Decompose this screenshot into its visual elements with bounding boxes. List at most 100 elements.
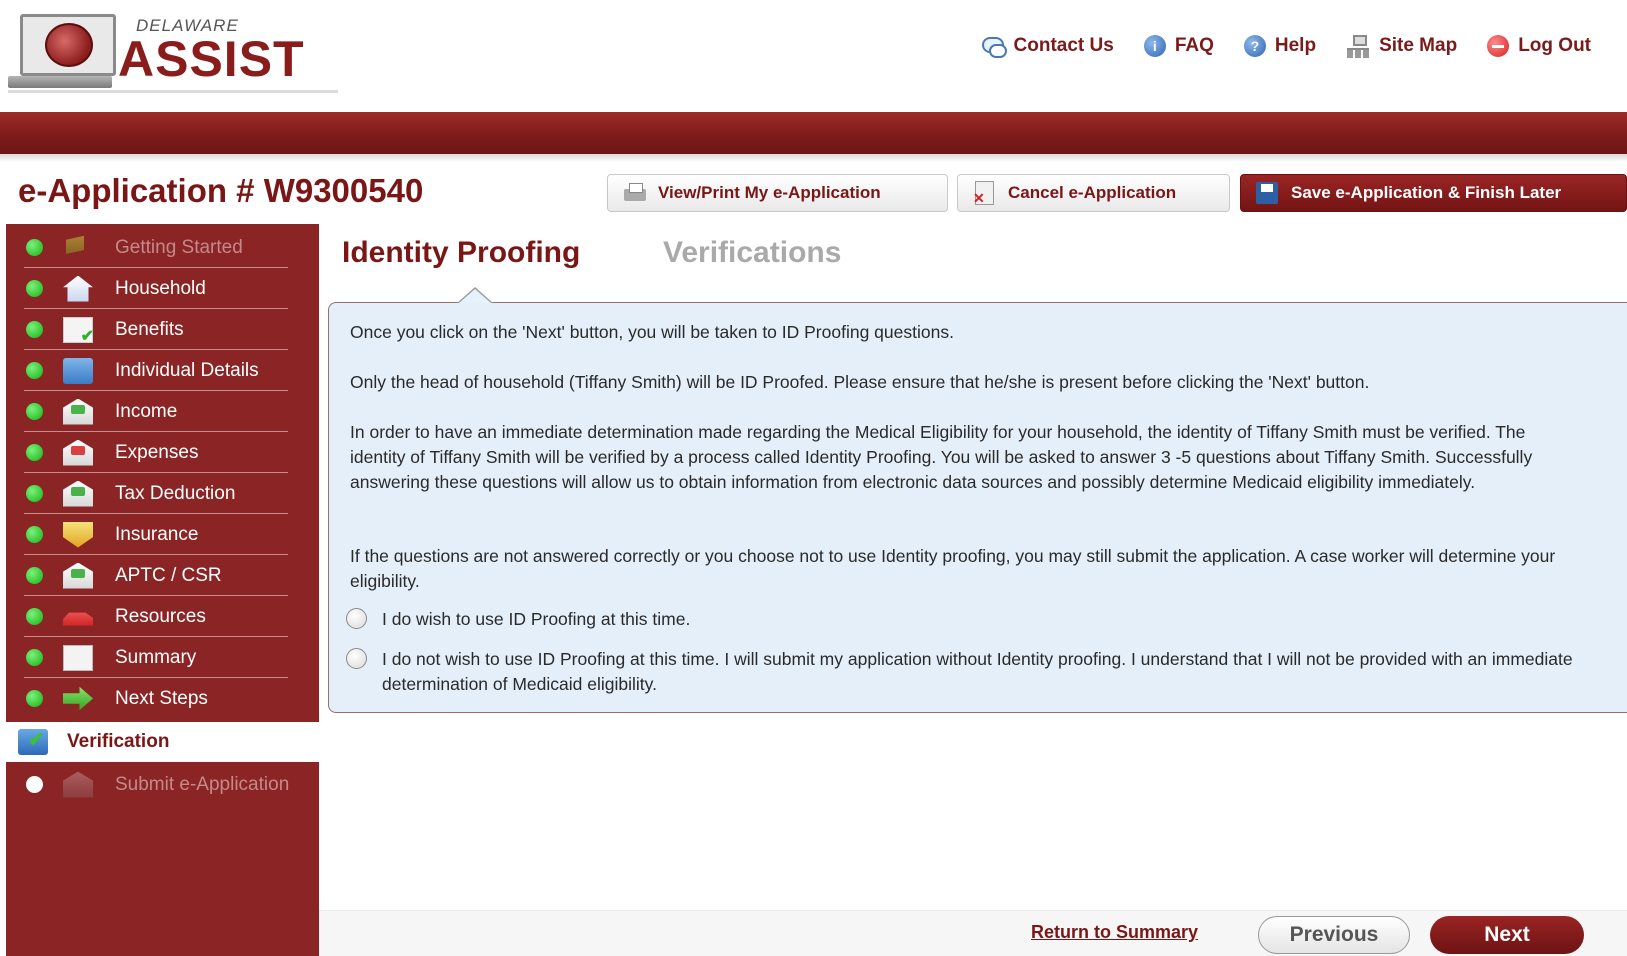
view-print-button[interactable]: View/Print My e-Application (607, 174, 948, 212)
computer-logo-icon (20, 14, 116, 76)
save-disk-icon (1255, 181, 1279, 205)
id-card-icon (63, 357, 93, 384)
tab-identity-proofing[interactable]: Identity Proofing (342, 236, 580, 270)
option-no-id-proofing-label: I do not wish to use ID Proofing at this… (382, 649, 1573, 694)
radio-use-id-proofing[interactable] (346, 608, 367, 629)
faq-link[interactable]: i FAQ (1143, 34, 1214, 58)
aptc-envelope-icon (63, 562, 93, 589)
sidebar-item-label: Verification (67, 731, 170, 752)
expenses-envelope-icon (63, 439, 93, 466)
faq-label: FAQ (1174, 35, 1214, 56)
determination-text: In order to have an immediate determinat… (350, 422, 1533, 492)
option-use-id-proofing[interactable]: I do wish to use ID Proofing at this tim… (346, 607, 1582, 632)
cancel-label: Cancel e-Application (1008, 183, 1177, 202)
instruction-next-text: Once you click on the 'Next' button, you… (350, 322, 954, 342)
status-complete-icon (26, 403, 43, 420)
status-complete-icon (26, 362, 43, 379)
status-complete-icon (26, 321, 43, 338)
head-of-household-text: Only the head of household (Tiffany Smit… (350, 372, 1370, 392)
contact-icon (981, 34, 1007, 58)
tax-envelope-icon (63, 480, 93, 507)
status-complete-icon (26, 239, 43, 256)
info-icon: i (1143, 35, 1166, 57)
sidebar-item-label: Resources (115, 605, 206, 627)
page-title: e-Application # W9300540 (18, 172, 424, 209)
arrow-right-icon (63, 686, 93, 711)
help-icon: ? (1243, 35, 1266, 57)
sidebar-item-label: Individual Details (115, 359, 259, 381)
sidebar-item-getting-started[interactable]: Getting Started (6, 227, 319, 268)
save-label: Save e-Application & Finish Later (1291, 183, 1562, 202)
status-complete-icon (26, 526, 43, 543)
case-worker-text: If the questions are not answered correc… (350, 546, 1556, 591)
status-complete-icon (26, 567, 43, 584)
return-to-summary-link[interactable]: Return to Summary (1031, 922, 1198, 943)
status-complete-icon (26, 444, 43, 461)
sidebar-item-tax-deduction[interactable]: Tax Deduction (6, 473, 319, 514)
sidebar-item-resources[interactable]: Resources (6, 596, 319, 637)
log-out-link[interactable]: Log Out (1487, 34, 1591, 58)
sidebar-item-benefits[interactable]: Benefits (6, 309, 319, 350)
sidebar-item-expenses[interactable]: Expenses (6, 432, 319, 473)
sidebar-item-income[interactable]: Income (6, 391, 319, 432)
house-icon (63, 275, 93, 302)
site-map-link[interactable]: Site Map (1346, 34, 1457, 58)
next-button[interactable]: Next (1430, 916, 1584, 954)
sidebar-item-next-steps[interactable]: Next Steps (6, 678, 319, 719)
printer-icon (622, 181, 646, 205)
sidebar-item-label: Insurance (115, 523, 199, 545)
sidebar-item-household[interactable]: Household (6, 268, 319, 309)
insurance-shield-icon (63, 521, 93, 548)
status-complete-icon (26, 608, 43, 625)
tab-verifications[interactable]: Verifications (663, 236, 841, 270)
summary-doc-icon (63, 644, 93, 671)
sidebar-item-label: Summary (115, 646, 197, 668)
sidebar-item-label: Tax Deduction (115, 482, 236, 504)
sidebar-item-verification[interactable]: Verification (6, 722, 319, 762)
status-pending-icon (26, 776, 43, 793)
income-envelope-icon (63, 398, 93, 425)
option-use-id-proofing-label: I do wish to use ID Proofing at this tim… (382, 609, 691, 629)
submit-envelope-icon (63, 771, 93, 798)
flag-icon (66, 235, 84, 254)
tab-pointer-icon (457, 287, 493, 303)
status-complete-icon (26, 280, 43, 297)
log-out-label: Log Out (1518, 35, 1591, 56)
status-complete-icon (26, 690, 43, 707)
sidebar-item-label: Income (115, 400, 178, 422)
sitemap-icon (1346, 34, 1370, 58)
contact-us-label: Contact Us (1013, 35, 1114, 56)
sidebar-item-label: Expenses (115, 441, 199, 463)
help-link[interactable]: ? Help (1243, 34, 1317, 58)
header: DELAWARE ASSIST Contact Us i FAQ ? Help … (0, 0, 1627, 115)
logo-name-text: ASSIST (118, 31, 305, 87)
site-map-label: Site Map (1379, 35, 1458, 56)
sidebar: Getting Started Household Benefits Indiv… (6, 224, 319, 956)
radio-no-id-proofing[interactable] (346, 648, 367, 669)
previous-button[interactable]: Previous (1258, 916, 1410, 954)
sidebar-item-submit-e-application[interactable]: Submit e-Application (6, 764, 319, 805)
sidebar-item-label: Household (115, 277, 206, 299)
option-no-id-proofing[interactable]: I do not wish to use ID Proofing at this… (346, 647, 1582, 697)
sidebar-item-label: Benefits (115, 318, 184, 340)
sidebar-item-label: APTC / CSR (115, 564, 222, 586)
car-icon (63, 612, 93, 626)
sidebar-item-label: Next Steps (115, 687, 208, 709)
help-label: Help (1274, 35, 1317, 56)
header-band (0, 112, 1627, 154)
view-print-label: View/Print My e-Application (658, 183, 881, 202)
cancel-document-icon (972, 181, 996, 207)
cancel-application-button[interactable]: Cancel e-Application (957, 174, 1230, 212)
sidebar-item-insurance[interactable]: Insurance (6, 514, 319, 555)
sidebar-item-label: Submit e-Application (115, 773, 290, 795)
sidebar-item-summary[interactable]: Summary (6, 637, 319, 678)
delaware-assist-logo[interactable]: DELAWARE ASSIST (8, 6, 338, 94)
status-complete-icon (26, 485, 43, 502)
contact-us-link[interactable]: Contact Us (981, 34, 1114, 58)
verification-icon (18, 727, 48, 755)
sidebar-item-individual-details[interactable]: Individual Details (6, 350, 319, 391)
sidebar-item-aptc-csr[interactable]: APTC / CSR (6, 555, 319, 596)
save-finish-later-button[interactable]: Save e-Application & Finish Later (1240, 174, 1627, 212)
sidebar-item-label: Getting Started (115, 236, 243, 258)
benefits-doc-icon (63, 316, 94, 346)
